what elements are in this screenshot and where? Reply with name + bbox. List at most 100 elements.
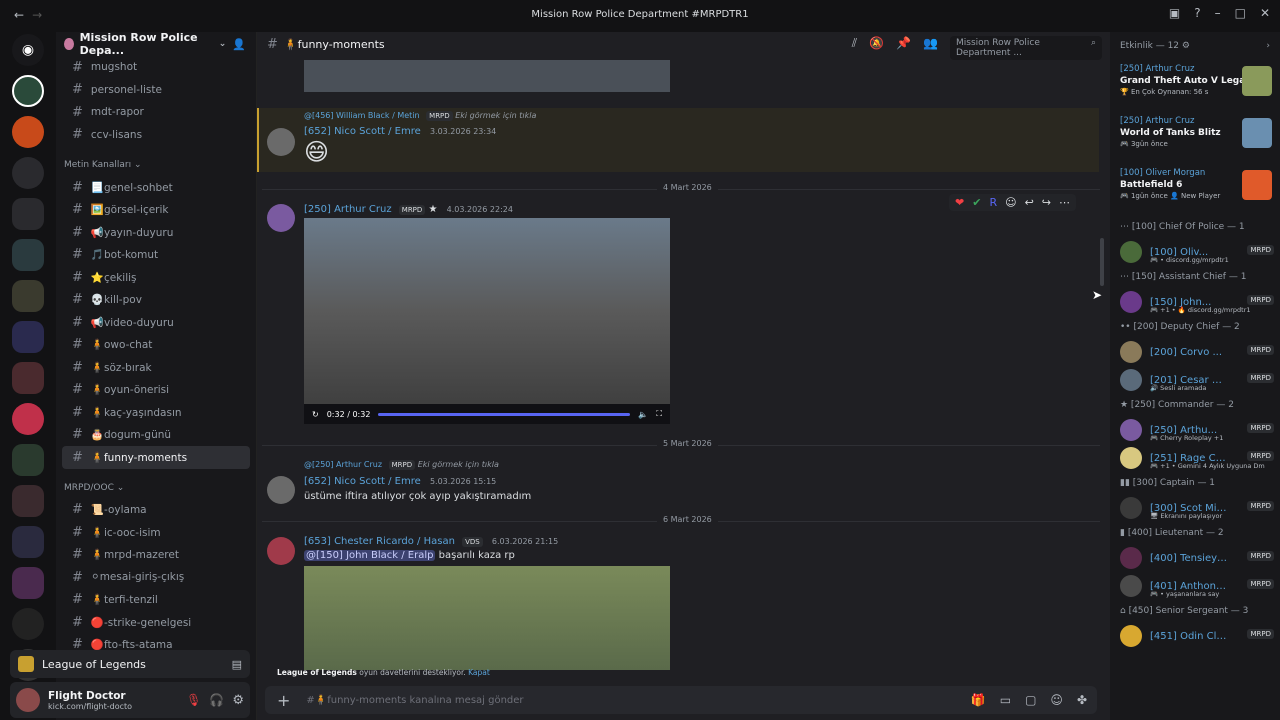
- channel-item[interactable]: # ccv-lisans: [62, 124, 250, 147]
- search-input[interactable]: Mission Row Police Department ... ⌕: [950, 36, 1102, 60]
- close-link[interactable]: Kapat: [468, 668, 490, 677]
- forward-icon[interactable]: ↪: [1042, 196, 1051, 209]
- add-member-icon[interactable]: 👤: [232, 38, 246, 51]
- server-folder-icon[interactable]: [12, 485, 44, 517]
- user-name[interactable]: [652] Nico Scott / Emre: [304, 126, 421, 137]
- channel-item[interactable]: # 🧍söz-bırak: [62, 356, 250, 379]
- server-folder-icon[interactable]: [12, 444, 44, 476]
- sticker-icon[interactable]: ▢: [1025, 693, 1036, 707]
- channel-item[interactable]: # 🎵bot-komut: [62, 244, 250, 267]
- member-item[interactable]: [251] Rage Cruz ...🎮 +1 • Gemini 4 Aylık…: [1110, 444, 1280, 472]
- server-folder-icon[interactable]: [12, 198, 44, 230]
- notification-mute-icon[interactable]: 🔕: [869, 36, 884, 60]
- avatar[interactable]: [267, 204, 295, 232]
- member-item[interactable]: [400] Tensiey Ro... MRPD: [1110, 544, 1280, 572]
- member-item[interactable]: [250] Arthu... 🎮 Cherry Roleplay +1 MRPD: [1110, 416, 1280, 444]
- video-attachment[interactable]: ↻ 0:32 / 0:32 🔈 ⛶: [304, 218, 670, 424]
- server-icon[interactable]: [12, 116, 44, 148]
- discord-home-icon[interactable]: ◉: [12, 34, 44, 66]
- avatar[interactable]: [267, 537, 295, 565]
- activity-card[interactable]: [250] Arthur Cruz Grand Theft Auto V Lega…: [1110, 60, 1280, 112]
- reply-icon[interactable]: ↩: [1025, 196, 1034, 209]
- maximize-icon[interactable]: □: [1235, 6, 1246, 20]
- member-item[interactable]: [200] Corvo ... MRPD: [1110, 338, 1280, 366]
- activity-bar[interactable]: League of Legends ▤: [10, 650, 250, 678]
- channel-item[interactable]: # 📃genel-sohbet: [62, 176, 250, 199]
- channel-item[interactable]: # 🧍owo-chat: [62, 334, 250, 357]
- member-item[interactable]: [150] John... 🎮 +1 • 🔥 discord.gg/mrpdtr1…: [1110, 288, 1280, 316]
- channel-item[interactable]: # 📜-oylama: [62, 499, 250, 522]
- activity-card[interactable]: [100] Oliver Morgan Battlefield 6 🎮 1gün ö…: [1110, 164, 1280, 216]
- avatar[interactable]: [267, 476, 295, 504]
- gif-icon[interactable]: ▭: [1000, 693, 1011, 707]
- member-item[interactable]: [401] Anthony C...🎮 • yaşananlara sayMRP…: [1110, 572, 1280, 600]
- help-icon[interactable]: ?: [1194, 6, 1200, 20]
- replay-icon[interactable]: ↻: [312, 410, 319, 419]
- user-name[interactable]: [653] Chester Ricardo / Hasan: [304, 536, 455, 547]
- server-folder-icon[interactable]: [12, 321, 44, 353]
- category-mrpd-ooc[interactable]: MRPD/OOC ⌄: [56, 477, 256, 499]
- volume-icon[interactable]: 🔈: [638, 410, 648, 419]
- add-attachment-icon[interactable]: +: [277, 691, 290, 710]
- minimize-icon[interactable]: –: [1215, 6, 1221, 20]
- server-icon[interactable]: [12, 608, 44, 640]
- message-reply[interactable]: @[456] William Black / Metin MRPD Eki gö…: [304, 111, 536, 121]
- chevron-right-icon[interactable]: ›: [1266, 41, 1270, 51]
- server-folder-icon[interactable]: [12, 526, 44, 558]
- inbox-icon[interactable]: ▣: [1169, 6, 1180, 20]
- channel-item[interactable]: # 🎂dogum-günü: [62, 424, 250, 447]
- channel-item[interactable]: # 🧍ic-ooc-isim: [62, 521, 250, 544]
- channel-item[interactable]: # 🧍terfi-tenzil: [62, 589, 250, 612]
- gift-icon[interactable]: 🎁: [971, 693, 986, 707]
- category-text-channels[interactable]: Metin Kanalları ⌄: [56, 154, 256, 176]
- channel-item[interactable]: # mdt-rapor: [62, 101, 250, 124]
- channel-item[interactable]: # 🖼️görsel-içerik: [62, 199, 250, 222]
- member-item[interactable]: [201] Cesar C... 🔊 Sesli aramada MRPD: [1110, 366, 1280, 394]
- channel-item[interactable]: # 🔴-strike-genelgesi: [62, 611, 250, 634]
- channel-item[interactable]: # 🧍oyun-önerisi: [62, 379, 250, 402]
- server-folder-icon[interactable]: [12, 567, 44, 599]
- invite-icon[interactable]: ▤: [232, 658, 242, 671]
- server-header[interactable]: Mission Row Police Depa... ⌄ 👤: [56, 32, 256, 57]
- server-folder-icon[interactable]: [12, 280, 44, 312]
- video-attachment[interactable]: [304, 60, 670, 92]
- video-attachment[interactable]: [304, 566, 670, 670]
- channel-item[interactable]: # 📢video-duyuru: [62, 311, 250, 334]
- server-folder-icon[interactable]: [12, 239, 44, 271]
- add-reaction-icon[interactable]: ☺: [1005, 196, 1016, 209]
- server-icon[interactable]: [12, 157, 44, 189]
- activity-header[interactable]: Etkinlik — 12 ⚙ ›: [1110, 32, 1280, 60]
- avatar[interactable]: [267, 128, 295, 156]
- fullscreen-icon[interactable]: ⛶: [656, 409, 662, 419]
- channel-item[interactable]: # personel-liste: [62, 79, 250, 102]
- avatar[interactable]: [16, 688, 40, 712]
- pin-icon[interactable]: 📌: [896, 36, 911, 60]
- r-reaction-icon[interactable]: R: [989, 196, 997, 209]
- channel-item[interactable]: # 🧍funny-moments: [62, 446, 250, 469]
- check-reaction-icon[interactable]: ✔: [972, 196, 981, 209]
- emoji-icon[interactable]: ☺: [1050, 693, 1063, 707]
- apps-icon[interactable]: ✤: [1077, 693, 1087, 707]
- message-reply[interactable]: @[250] Arthur Cruz MRPD Eki görmek için …: [304, 460, 499, 470]
- member-item[interactable]: [100] Oliv... 🎮 • discord.gg/mrpdtr1 MRPD: [1110, 238, 1280, 266]
- user-name[interactable]: [652] Nico Scott / Emre: [304, 476, 421, 487]
- channel-item[interactable]: # ⭐çekiliş: [62, 266, 250, 289]
- activity-card[interactable]: [250] Arthur Cruz World of Tanks Blitz 🎮 3…: [1110, 112, 1280, 164]
- channel-item[interactable]: # 🧍mrpd-mazeret: [62, 544, 250, 567]
- member-list-icon[interactable]: 👥: [923, 36, 938, 60]
- mute-icon[interactable]: 🎙: [186, 693, 201, 707]
- channel-item[interactable]: # 📢yayın-duyuru: [62, 221, 250, 244]
- threads-icon[interactable]: ⫽: [852, 36, 857, 60]
- close-icon[interactable]: ✕: [1260, 6, 1270, 20]
- member-item[interactable]: [300] Scot Mikel...🖥 Ekranını paylaşıyor…: [1110, 494, 1280, 522]
- channel-item[interactable]: # mugshot: [62, 56, 250, 79]
- server-folder-icon[interactable]: [12, 362, 44, 394]
- video-progress[interactable]: [378, 412, 631, 416]
- message-input[interactable]: + #🧍funny-moments kanalına mesaj gönder …: [265, 686, 1097, 714]
- more-icon[interactable]: ⋯: [1059, 196, 1070, 209]
- deafen-icon[interactable]: 🎧: [209, 693, 224, 707]
- channel-item[interactable]: # 🧍kaç-yaşındasın: [62, 401, 250, 424]
- server-icon[interactable]: [12, 75, 44, 107]
- user-name[interactable]: [250] Arthur Cruz: [304, 204, 392, 215]
- channel-item[interactable]: # 💀kill-pov: [62, 289, 250, 312]
